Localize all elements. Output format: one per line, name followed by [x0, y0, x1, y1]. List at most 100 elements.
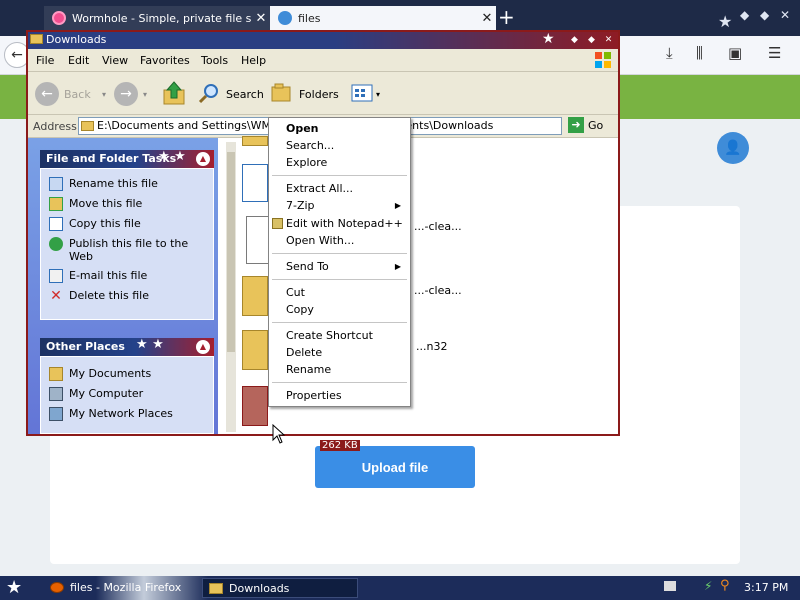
scrollbar-thumb[interactable]: [227, 152, 235, 352]
menu-explore[interactable]: Explore: [270, 154, 409, 171]
menu-help[interactable]: Help: [241, 54, 266, 67]
maximize-window-icon[interactable]: ◆: [760, 8, 769, 22]
other-places-box: My Documents My Computer My Network Plac…: [40, 356, 214, 434]
file-tasks-header[interactable]: File and Folder Tasks ★ ★ ▲: [40, 149, 214, 168]
close-window-icon[interactable]: ✕: [780, 8, 790, 22]
menu-copy[interactable]: Copy: [270, 301, 409, 318]
menu-file[interactable]: File: [36, 54, 54, 67]
menu-cut[interactable]: Cut: [270, 284, 409, 301]
file-name[interactable]: ...-clea...: [414, 284, 462, 297]
new-tab-button[interactable]: +: [498, 6, 515, 28]
mouse-pointer-icon: [272, 424, 286, 444]
task-delete[interactable]: ✕ Delete this file: [49, 289, 149, 303]
task-publish[interactable]: Publish this file to the Web: [49, 237, 189, 263]
minimize-window-icon[interactable]: ◆: [740, 8, 749, 22]
tab-title: files: [298, 11, 321, 25]
zip-file-icon[interactable]: [242, 276, 268, 316]
menu-open-with[interactable]: Open With...: [270, 232, 409, 249]
menu-favorites[interactable]: Favorites: [140, 54, 190, 67]
folder-icon[interactable]: [242, 136, 268, 146]
menu-open[interactable]: Open: [270, 120, 409, 137]
sidebar-icon[interactable]: ▣: [728, 44, 742, 62]
menu-delete[interactable]: Delete: [270, 344, 409, 361]
menu-icon[interactable]: ☰: [768, 44, 781, 62]
window-file-icon[interactable]: [242, 164, 268, 202]
back-arrow-icon[interactable]: ←: [35, 82, 59, 106]
close-tab-icon[interactable]: ✕: [478, 11, 496, 26]
back-dropdown-icon[interactable]: ▾: [102, 90, 106, 99]
back-label[interactable]: Back: [64, 88, 91, 101]
explorer-title-bar[interactable]: Downloads ★ ◆ ◆ ✕: [28, 31, 618, 49]
menu-separator: [272, 382, 407, 383]
task-rename[interactable]: Rename this file: [49, 177, 158, 191]
menu-extract-all[interactable]: Extract All...: [270, 180, 409, 197]
download-icon[interactable]: ⤓: [666, 44, 673, 62]
other-places-title: Other Places: [46, 340, 125, 353]
folder-icon: [30, 34, 43, 44]
search-button[interactable]: Search: [226, 88, 264, 101]
browser-tab-wormhole[interactable]: Wormhole - Simple, private file sh... ✕: [44, 6, 270, 30]
task-copy[interactable]: Copy this file: [49, 217, 141, 231]
menu-view[interactable]: View: [102, 54, 128, 67]
place-my-computer[interactable]: My Computer: [49, 387, 143, 401]
browser-tab-files[interactable]: files ✕: [270, 6, 496, 30]
menu-search[interactable]: Search...: [270, 137, 409, 154]
up-folder-icon[interactable]: [162, 80, 186, 106]
menu-separator: [272, 322, 407, 323]
place-my-network-places[interactable]: My Network Places: [49, 407, 173, 421]
folder-icon: [49, 367, 63, 381]
windows-logo-icon: [595, 52, 611, 68]
place-my-documents[interactable]: My Documents: [49, 367, 151, 381]
network-icon: [49, 407, 63, 421]
menu-create-shortcut[interactable]: Create Shortcut: [270, 327, 409, 344]
close-icon[interactable]: ✕: [602, 34, 615, 47]
upload-file-button[interactable]: Upload file: [315, 446, 475, 488]
menu-edit[interactable]: Edit: [68, 54, 89, 67]
minimize-icon[interactable]: ◆: [568, 34, 581, 47]
stars-icon: ★ ★: [158, 149, 186, 164]
selected-zip-file-icon[interactable]: [242, 386, 268, 426]
start-button[interactable]: ★: [6, 577, 22, 598]
close-tab-icon[interactable]: ✕: [252, 11, 270, 26]
profile-icon[interactable]: 👤: [717, 132, 749, 164]
clock[interactable]: 3:17 PM: [744, 581, 788, 594]
maximize-icon[interactable]: ◆: [585, 34, 598, 47]
other-places-header[interactable]: Other Places ★ ★ ▲: [40, 337, 214, 356]
menu-tools[interactable]: Tools: [201, 54, 228, 67]
task-email[interactable]: E-mail this file: [49, 269, 147, 283]
notepad-icon: [272, 218, 283, 229]
taskbar-firefox[interactable]: files - Mozilla Firefox: [44, 578, 198, 598]
menu-send-to[interactable]: Send To ▶: [270, 258, 409, 275]
address-label: Address: [33, 120, 77, 133]
taskbar-app-label: Downloads: [229, 582, 290, 595]
collapse-icon[interactable]: ▲: [196, 340, 210, 354]
menu-rename[interactable]: Rename: [270, 361, 409, 378]
folders-icon[interactable]: [271, 83, 293, 103]
folders-button[interactable]: Folders: [299, 88, 339, 101]
collapse-icon[interactable]: ▲: [196, 152, 210, 166]
file-name[interactable]: ...n32: [416, 340, 447, 353]
forward-arrow-icon[interactable]: →: [114, 82, 138, 106]
tray-search-icon[interactable]: ⚲: [720, 578, 730, 593]
menu-7zip[interactable]: 7-Zip ▶: [270, 197, 409, 214]
delete-x-icon: ✕: [50, 288, 62, 304]
menu-edit-notepad[interactable]: Edit with Notepad++: [270, 215, 409, 232]
taskbar-downloads[interactable]: Downloads: [202, 578, 358, 598]
views-icon[interactable]: [351, 84, 373, 102]
globe-icon: [49, 237, 63, 251]
views-dropdown-icon[interactable]: ▾: [376, 90, 380, 99]
taskbar-app-label: files - Mozilla Firefox: [70, 581, 182, 594]
menu-properties[interactable]: Properties: [270, 387, 409, 404]
search-icon[interactable]: [198, 82, 220, 104]
forward-dropdown-icon[interactable]: ▾: [143, 90, 147, 99]
menu-edit-notepad-label: Edit with Notepad++: [286, 217, 403, 230]
network-status-icon[interactable]: ⚡: [704, 579, 712, 593]
library-icon[interactable]: ⫼: [696, 44, 703, 62]
zip-file-icon[interactable]: [242, 330, 268, 370]
task-move[interactable]: Move this file: [49, 197, 142, 211]
keyboard-icon[interactable]: [664, 581, 676, 591]
go-button[interactable]: ➜ Go: [568, 117, 614, 135]
email-icon: [49, 269, 63, 283]
place-label: My Computer: [69, 387, 144, 400]
file-name[interactable]: ...-clea...: [414, 220, 462, 233]
